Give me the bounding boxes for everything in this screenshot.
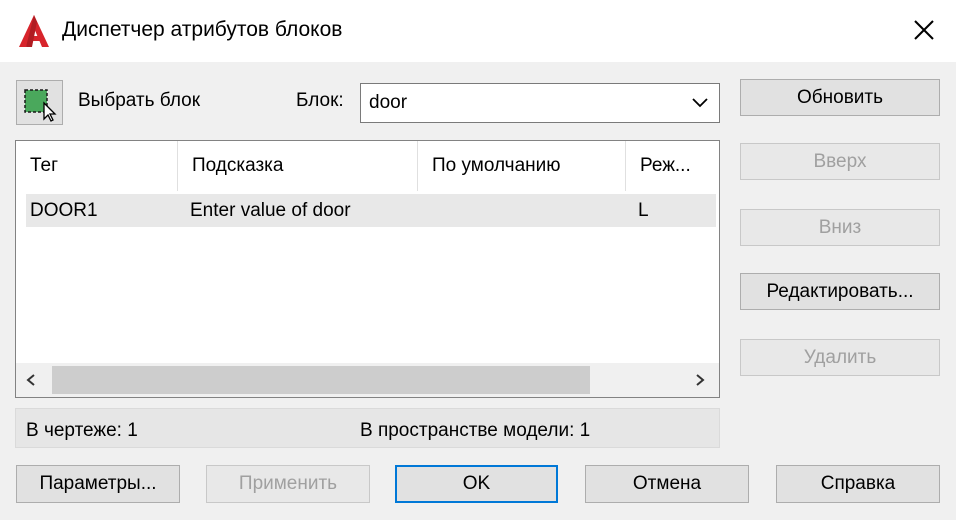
select-block-button[interactable] [16, 80, 63, 125]
edit-button[interactable]: Редактировать... [740, 273, 940, 310]
move-up-button[interactable]: Вверх [740, 143, 940, 180]
help-button[interactable]: Справка [776, 465, 940, 503]
select-block-label[interactable]: Выбрать блок [78, 90, 200, 112]
sync-button[interactable]: Обновить [740, 79, 940, 116]
chevron-right-icon[interactable] [693, 373, 707, 387]
select-objects-icon [24, 89, 57, 122]
attributes-table[interactable]: Тег Подсказка По умолчанию Реж... DOOR1 … [15, 140, 720, 398]
chevron-left-icon[interactable] [24, 373, 38, 387]
column-header-prompt[interactable]: Подсказка [178, 141, 418, 191]
column-header-default[interactable]: По умолчанию [418, 141, 626, 191]
ok-button[interactable]: OK [395, 465, 558, 503]
settings-button[interactable]: Параметры... [16, 465, 180, 503]
close-icon[interactable] [906, 12, 942, 48]
status-bar: В чертеже: 1 В пространстве модели: 1 [15, 408, 720, 448]
block-dropdown-value: door [369, 92, 408, 113]
block-label: Блок: [296, 90, 344, 111]
cancel-button[interactable]: Отмена [585, 465, 749, 503]
autocad-logo-icon [19, 15, 49, 47]
table-row[interactable]: DOOR1 Enter value of door L [26, 194, 716, 227]
move-down-button[interactable]: Вниз [740, 209, 940, 246]
block-dropdown[interactable]: door [360, 83, 720, 123]
status-in-drawing: В чертеже: 1 [26, 420, 138, 441]
column-header-mode[interactable]: Реж... [626, 141, 719, 191]
chevron-down-icon [692, 98, 708, 108]
cell-tag: DOOR1 [30, 199, 98, 221]
remove-button[interactable]: Удалить [740, 339, 940, 376]
cell-prompt: Enter value of door [190, 199, 351, 221]
status-in-model-space: В пространстве модели: 1 [360, 420, 591, 441]
window-title: Диспетчер атрибутов блоков [62, 18, 343, 41]
column-header-tag[interactable]: Тег [16, 141, 178, 191]
apply-button[interactable]: Применить [206, 465, 370, 503]
cell-mode: L [638, 199, 649, 221]
scrollbar-thumb[interactable] [52, 366, 590, 394]
horizontal-scrollbar[interactable] [16, 363, 719, 397]
